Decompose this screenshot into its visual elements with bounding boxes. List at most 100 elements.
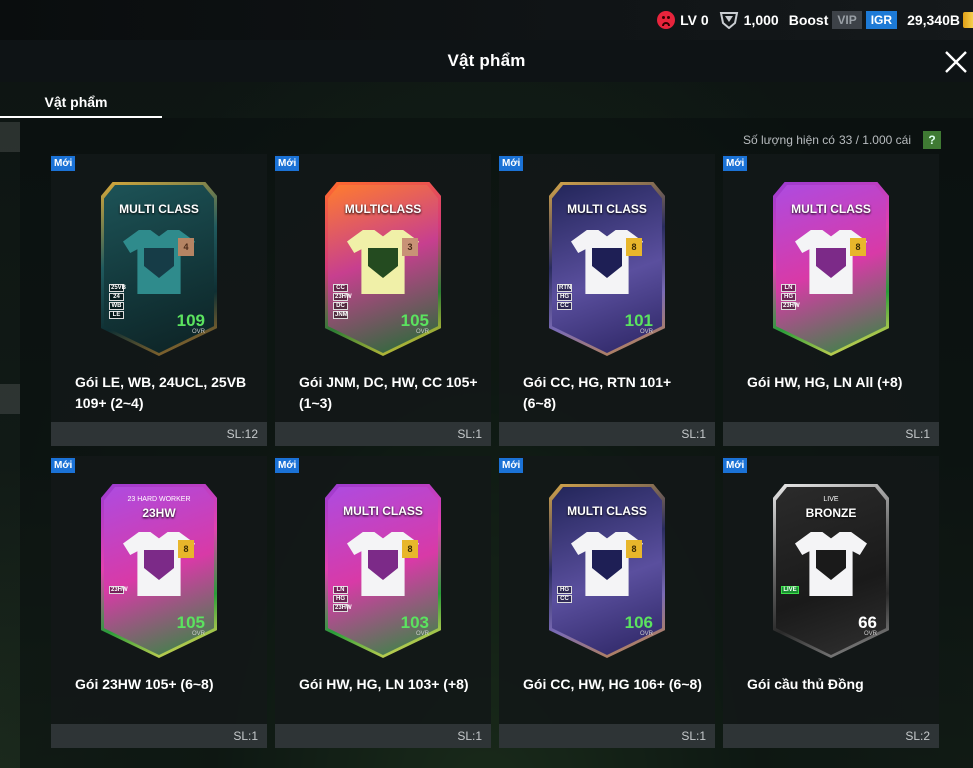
tab-items[interactable]: Vật phẩm [0,88,162,118]
card-class-title: MULTI CLASS [343,504,423,518]
item-quantity: SL:2 [723,724,939,748]
item-quantity: SL:1 [499,724,715,748]
grade-badge: 8 [402,540,418,558]
card-subtitle: LIVE [823,496,839,503]
position-tag: 25VB [109,284,127,292]
item-card[interactable]: Mới MULTI CLASS 4 25VB 24 WB LE 109 OVR Gói LE, W… [51,154,267,446]
item-card[interactable]: Mới MULTI CLASS 8 RTN HG CC 101 OVR Gói CC, HG, … [499,154,715,446]
boost-label: Boost [788,12,829,28]
item-card[interactable]: Mới MULTI CLASS 8 LN HG 23HW Gói HW, HG, LN Al… [723,154,939,446]
new-badge: Mới [499,156,524,171]
balance-text: 29,340B [907,12,960,28]
position-tags: HG CC [557,586,572,603]
new-badge: Mới [275,458,300,473]
position-tag: CC [557,595,572,603]
ovr-rating: 109 OVR [177,312,205,335]
side-scroll-handle-top[interactable] [0,122,20,152]
position-tag: HG [557,293,572,301]
stock-value: 33 / 1.000 cái [838,133,911,147]
player-card-image: MULTI CLASS 8 HG CC 106 OVR [549,484,665,658]
position-tag: HG [557,586,572,594]
grade-badge: 8 [626,540,642,558]
player-card-image: MULTICLASS 3 CC 23HW DC JNM 105 OVR [325,182,441,356]
ovr-rating: 105 OVR [401,312,429,335]
item-name: Gói HW, HG, LN All (+8) [747,374,903,390]
player-card-image: MULTI CLASS 8 LN HG 23HW [773,182,889,356]
position-tags: 23HW [109,586,128,594]
position-tag: RTN [557,284,572,292]
position-tags: LN HG 23HW [333,586,352,612]
position-tags: LIVE [781,586,799,594]
item-quantity: SL:1 [499,422,715,446]
level-text: LV 0 [680,12,709,28]
help-button[interactable]: ? [923,131,941,149]
card-class-title: MULTI CLASS [791,202,871,216]
title-bar: Vật phẩm [0,40,973,82]
item-quantity: SL:1 [275,724,491,748]
card-class-title: 23HW [142,506,176,520]
new-badge: Mới [275,156,300,171]
card-subtitle: 23 HARD WORKER [127,496,191,503]
item-card[interactable]: Mới MULTI CLASS 8 LN HG 23HW 103 OVR Gói HW, HG,… [275,456,491,748]
item-card[interactable]: Mới LIVE BRONZE LIVE 66 OVR Gói cầu thủ Đồng SL… [723,456,939,748]
card-class-title: MULTI CLASS [119,202,199,216]
position-tags: RTN HG CC [557,284,572,310]
item-name: Gói LE, WB, 24UCL, 25VB 109+ (2~4) [75,374,247,411]
item-card[interactable]: Mới 23 HARD WORKER 23HW 8 23HW 105 OVR Gói 23HW… [51,456,267,748]
item-quantity: SL:1 [51,724,267,748]
card-class-title: MULTI CLASS [567,202,647,216]
player-card-image: LIVE BRONZE LIVE 66 OVR [773,484,889,658]
item-name: Gói JNM, DC, HW, CC 105+ (1~3) [299,374,478,411]
ovr-rating: 103 OVR [401,614,429,637]
grade-badge: 8 [178,540,194,558]
position-tag: 23HW [333,293,352,301]
ovr-value: 101 [624,311,653,330]
card-class-title: MULTICLASS [344,202,422,216]
boost-group[interactable]: Boost VIP IGR [788,11,898,29]
level-indicator[interactable]: LV 0 [657,11,709,29]
item-card[interactable]: Mới MULTICLASS 3 CC 23HW DC JNM 105 OVR Gói JNM, … [275,154,491,446]
position-tag: LE [109,311,124,319]
grade-badge: 4 [178,238,194,256]
player-card-image: 23 HARD WORKER 23HW 8 23HW 105 OVR [101,484,217,658]
position-tag: HG [333,595,348,603]
vip-badge: VIP [832,11,862,29]
player-card-image: MULTI CLASS 4 25VB 24 WB LE 109 OVR [101,182,217,356]
new-badge: Mới [499,458,524,473]
item-name: Gói 23HW 105+ (6~8) [75,676,214,692]
item-quantity: SL:1 [723,422,939,446]
grade-badge: 3 [402,238,418,256]
new-badge: Mới [51,156,76,171]
position-tag: LN [781,284,796,292]
new-badge: Mới [51,458,76,473]
position-tags: 25VB 24 WB LE [109,284,127,319]
igr-badge: IGR [865,11,898,29]
item-name: Gói CC, HW, HG 106+ (6~8) [523,676,702,692]
card-class-title: BRONZE [805,506,857,520]
position-tag: 24 [109,293,124,301]
balance-indicator[interactable]: 29,340B [907,12,973,28]
ovr-rating: 106 OVR [625,614,653,637]
sad-face-icon [657,11,676,29]
card-class-title: MULTI CLASS [567,504,647,518]
grade-badge: 8 [626,238,642,256]
ovr-value: 103 [400,613,429,632]
side-scroll-handle-middle[interactable] [0,384,20,414]
ovr-rating: 66 OVR [858,614,877,637]
position-tag: HG [781,293,796,301]
page-title: Vật phẩm [447,51,526,70]
ovr-value: 105 [400,311,429,330]
item-card[interactable]: Mới MULTI CLASS 8 HG CC 106 OVR Gói CC, HW, HG … [499,456,715,748]
position-tag: CC [333,284,348,292]
position-tag: JNM [333,311,348,319]
ovr-rating: 101 OVR [625,312,653,335]
stock-count: Số lượng hiện có 33 / 1.000 cái ? [743,131,941,149]
close-button[interactable] [941,47,971,77]
new-badge: Mới [723,156,748,171]
position-tag: DC [333,302,348,310]
position-tag: CC [557,302,572,310]
position-tag: LN [333,586,348,594]
points-indicator[interactable]: 1,000 [719,11,779,29]
new-badge: Mới [723,458,748,473]
item-quantity: SL:12 [51,422,267,446]
